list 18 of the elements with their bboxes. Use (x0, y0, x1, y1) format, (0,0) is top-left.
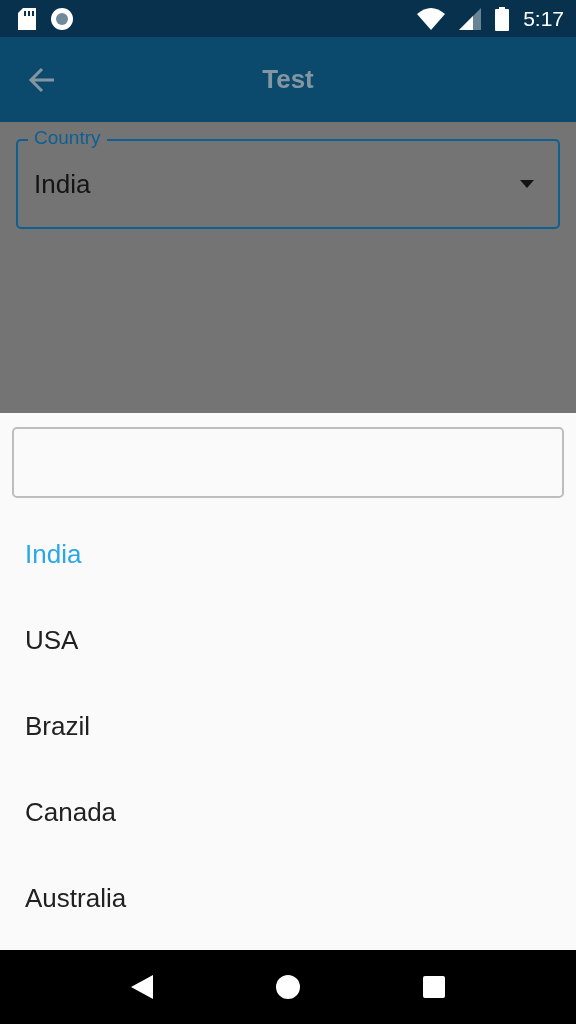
country-option[interactable]: USA (12, 597, 564, 683)
home-circle-icon[interactable] (276, 975, 300, 999)
country-option[interactable]: Canada (12, 769, 564, 855)
battery-icon (495, 6, 510, 31)
dropdown-caret-icon (520, 180, 534, 188)
back-triangle-icon[interactable] (131, 975, 154, 999)
search-field[interactable] (12, 427, 564, 498)
signal-icon (459, 7, 482, 30)
circle-icon (50, 6, 74, 31)
clock-time: 5:17 (523, 6, 564, 31)
recents-square-icon[interactable] (422, 976, 445, 998)
back-arrow-icon[interactable] (28, 66, 56, 93)
country-option[interactable]: Australia (12, 855, 564, 941)
sd-card-icon (18, 7, 36, 30)
country-option[interactable]: Brazil (12, 683, 564, 769)
field-value: India (34, 168, 92, 200)
wifi-icon (417, 7, 446, 30)
screen-title: Test (261, 64, 315, 95)
